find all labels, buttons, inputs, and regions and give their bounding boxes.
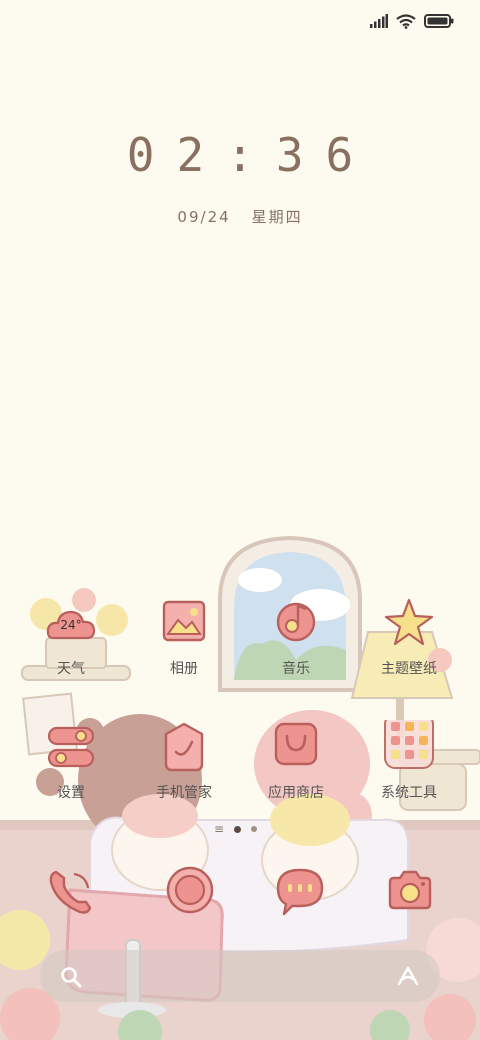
app-label: 手机管家	[156, 785, 212, 801]
star-theme-icon	[381, 596, 437, 652]
app-gallery[interactable]: 相册	[134, 596, 234, 678]
phone-icon	[40, 862, 100, 922]
app-label: 音乐	[282, 661, 310, 677]
weather-temp: 24°	[60, 618, 82, 632]
app-music[interactable]: 音乐	[246, 596, 346, 678]
lockscreen-clock: 02:36	[126, 128, 376, 182]
page-indicator[interactable]: ≡	[214, 822, 258, 836]
app-label: 系统工具	[381, 785, 437, 801]
assistant-icon[interactable]	[396, 965, 420, 987]
wifi-icon	[396, 13, 416, 29]
gallery-icon	[156, 596, 212, 652]
dock-phone[interactable]	[40, 862, 100, 922]
page-dot	[251, 826, 258, 832]
dock-camera-shutter[interactable]	[160, 862, 220, 922]
app-store[interactable]: 应用商店	[246, 720, 346, 802]
app-label: 天气	[57, 661, 85, 677]
dock-messages[interactable]	[270, 862, 330, 922]
date-day: 09/24	[177, 208, 231, 226]
store-bag-icon	[268, 720, 324, 776]
app-system-tools-folder[interactable]: 系统工具	[359, 713, 459, 802]
settings-toggle-icon	[43, 720, 99, 776]
weather-cloud-icon: 24°	[43, 596, 99, 652]
search-bar[interactable]	[40, 950, 440, 1002]
app-label: 相册	[170, 661, 198, 677]
date-row: 09/24 星期四	[0, 206, 480, 227]
cellular-signal-icon	[370, 14, 388, 28]
tools-folder-icon	[381, 713, 437, 776]
date-weekday: 星期四	[251, 208, 303, 226]
page-dot-active	[234, 825, 242, 833]
app-label: 设置	[57, 785, 85, 801]
app-label: 应用商店	[268, 785, 324, 801]
shield-check-icon	[156, 720, 212, 776]
camera-icon	[380, 862, 440, 922]
status-bar	[370, 10, 454, 32]
music-note-icon	[268, 596, 324, 652]
battery-icon	[424, 14, 454, 28]
page-menu-icon: ≡	[214, 822, 225, 836]
message-bubble-icon	[270, 862, 330, 922]
app-settings[interactable]: 设置	[21, 720, 121, 802]
app-weather[interactable]: 24° 天气	[21, 596, 121, 678]
app-themes[interactable]: 主题壁纸	[359, 596, 459, 678]
app-phone-manager[interactable]: 手机管家	[134, 720, 234, 802]
camera-shutter-icon	[160, 862, 220, 922]
search-icon	[61, 967, 82, 988]
dock-camera[interactable]	[380, 862, 440, 922]
app-label: 主题壁纸	[381, 661, 437, 677]
